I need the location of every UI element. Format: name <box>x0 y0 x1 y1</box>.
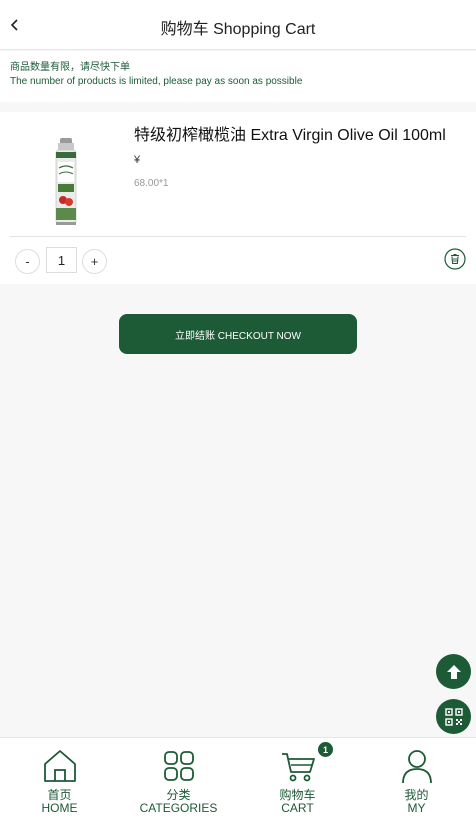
arrow-up-icon <box>446 664 461 679</box>
qr-code-button[interactable] <box>436 699 471 734</box>
price-quantity: 68.00*1 <box>134 178 169 189</box>
cart-icon <box>281 753 315 782</box>
bottom-tab-bar: 首页 HOME 分类 CATEGORIES 购物车 CART 我的 MY <box>0 737 476 824</box>
cart-item: 特级初榨橄榄油 Extra Virgin Olive Oil 100ml ¥ 6… <box>0 112 476 284</box>
tab-my-label-en: MY <box>407 801 426 815</box>
checkout-button[interactable]: 立即结账 CHECKOUT NOW <box>119 314 357 354</box>
qr-code-icon <box>444 707 463 726</box>
quantity-input[interactable] <box>46 247 77 273</box>
categories-icon <box>163 751 194 781</box>
cart-count-badge: 1 <box>318 742 333 757</box>
delete-item-button[interactable] <box>444 248 466 270</box>
home-icon <box>43 750 76 782</box>
product-image[interactable] <box>44 138 88 228</box>
notice-text-en: The number of products is limited, pleas… <box>10 76 303 87</box>
scroll-to-top-button[interactable] <box>436 654 471 689</box>
header: 购物车 Shopping Cart <box>0 0 476 50</box>
decrease-quantity-button[interactable]: - <box>15 249 40 274</box>
notice-banner: 商品数量有限，请尽快下单 The number of products is l… <box>0 51 476 102</box>
tab-cart-label-en: CART <box>281 801 314 815</box>
divider <box>10 236 466 237</box>
increase-quantity-button[interactable]: + <box>82 249 107 274</box>
tab-categories[interactable]: 分类 CATEGORIES <box>119 738 238 824</box>
currency-symbol: ¥ <box>134 154 141 166</box>
tab-categories-label-en: CATEGORIES <box>139 801 218 815</box>
tab-cart[interactable]: 购物车 CART <box>238 738 357 824</box>
user-icon <box>401 750 432 784</box>
tab-home-label-en: HOME <box>41 801 78 815</box>
notice-text-cn: 商品数量有限，请尽快下单 <box>10 62 130 73</box>
trash-icon <box>444 248 466 270</box>
page-title: 购物车 Shopping Cart <box>160 21 316 38</box>
tab-home[interactable]: 首页 HOME <box>0 738 119 824</box>
tab-my[interactable]: 我的 MY <box>357 738 476 824</box>
product-name[interactable]: 特级初榨橄榄油 Extra Virgin Olive Oil 100ml <box>134 121 446 145</box>
